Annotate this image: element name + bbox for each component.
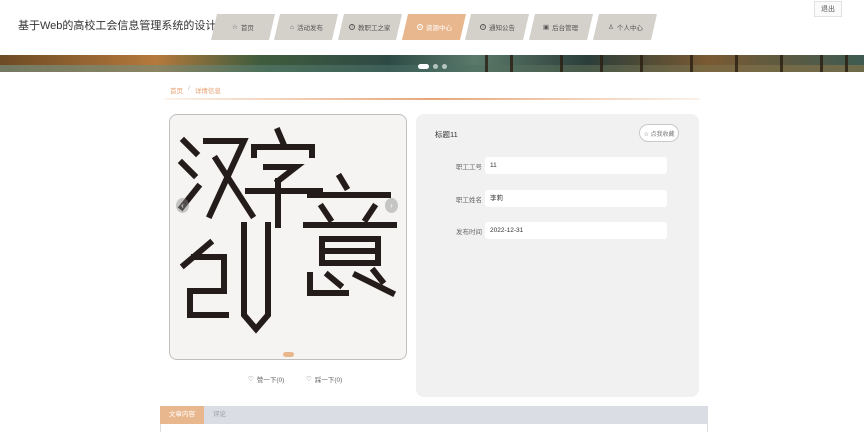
nav-item-resource-center[interactable]: i 资源中心 (401, 14, 467, 40)
user-icon: ♙ (607, 24, 614, 31)
carousel-next-button[interactable]: › (385, 198, 398, 213)
dislike-button[interactable]: ♡ 踩一下(0) (306, 374, 342, 384)
tab-content-area (160, 424, 708, 432)
nav-item-notices[interactable]: i 通知公告 (464, 14, 530, 40)
logout-button[interactable]: 退出 (814, 1, 842, 17)
detail-image-carousel[interactable] (169, 114, 407, 360)
breadcrumb-current: 详情信息 (194, 88, 221, 95)
info-icon: i (349, 24, 356, 30)
nav-item-label: 活动发布 (296, 25, 323, 32)
breadcrumb-divider (165, 98, 700, 100)
nav-item-activities[interactable]: ⌂ 活动发布 (273, 14, 339, 40)
field-value-staff-name: 李莉 (485, 190, 667, 207)
nav-item-home[interactable]: ☆ 首页 (210, 14, 276, 40)
field-value-publish-time: 2022-12-31 (485, 222, 667, 239)
nav-item-label: 后台管理 (552, 25, 579, 32)
field-value-staff-id: 11 (485, 157, 667, 174)
nav-item-label: 个人中心 (616, 25, 643, 32)
field-label-staff-name: 职工姓名 (456, 197, 482, 204)
nav-item-label: 通知公告 (488, 25, 515, 32)
field-label-publish-time: 发布时间 (456, 229, 482, 236)
tab-comments[interactable]: 评论 (204, 406, 235, 424)
breadcrumb-home[interactable]: 首页 (170, 85, 183, 95)
content-tabs: 文章内容 评论 (160, 406, 708, 424)
field-label-staff-id: 职工工号 (456, 164, 482, 171)
info-icon: i (479, 24, 486, 30)
banner-dot-active[interactable] (418, 64, 429, 69)
nav-item-admin[interactable]: ▣ 后台管理 (528, 14, 594, 40)
briefcase-icon: ▣ (543, 24, 550, 31)
breadcrumb: 首页 / 详情信息 (170, 85, 221, 95)
chevron-left-icon: ‹ (181, 201, 184, 210)
home-icon: ⌂ (289, 23, 294, 31)
thumbs-up-icon: ♡ (248, 376, 254, 383)
thumbs-down-icon: ♡ (306, 376, 312, 383)
nav-item-profile[interactable]: ♙ 个人中心 (592, 14, 658, 40)
like-button[interactable]: ♡ 赞一下(0) (248, 374, 284, 384)
favorite-button[interactable]: ☆ 点我收藏 (639, 124, 679, 142)
banner-pagination (418, 64, 447, 69)
nav-item-label: 资源中心 (425, 25, 452, 32)
breadcrumb-separator: / (188, 85, 190, 92)
banner-dot[interactable] (442, 64, 447, 69)
carousel-prev-button[interactable]: ‹ (176, 198, 189, 213)
calligraphy-artwork-image (177, 127, 397, 334)
chevron-right-icon: › (390, 201, 393, 210)
star-icon: ☆ (232, 24, 238, 31)
info-icon: i (416, 24, 423, 30)
nav-item-label: 首页 (240, 25, 254, 32)
carousel-indicator[interactable] (283, 352, 294, 357)
like-label: 赞一下(0) (256, 377, 285, 384)
nav-item-staff-home[interactable]: i 教职工之家 (337, 14, 403, 40)
detail-title: 标题11 (435, 130, 458, 139)
tab-article-content[interactable]: 文章内容 (160, 406, 204, 424)
banner-dot[interactable] (433, 64, 438, 69)
nav-item-label: 教职工之家 (358, 25, 391, 32)
dislike-label: 踩一下(0) (314, 377, 343, 384)
